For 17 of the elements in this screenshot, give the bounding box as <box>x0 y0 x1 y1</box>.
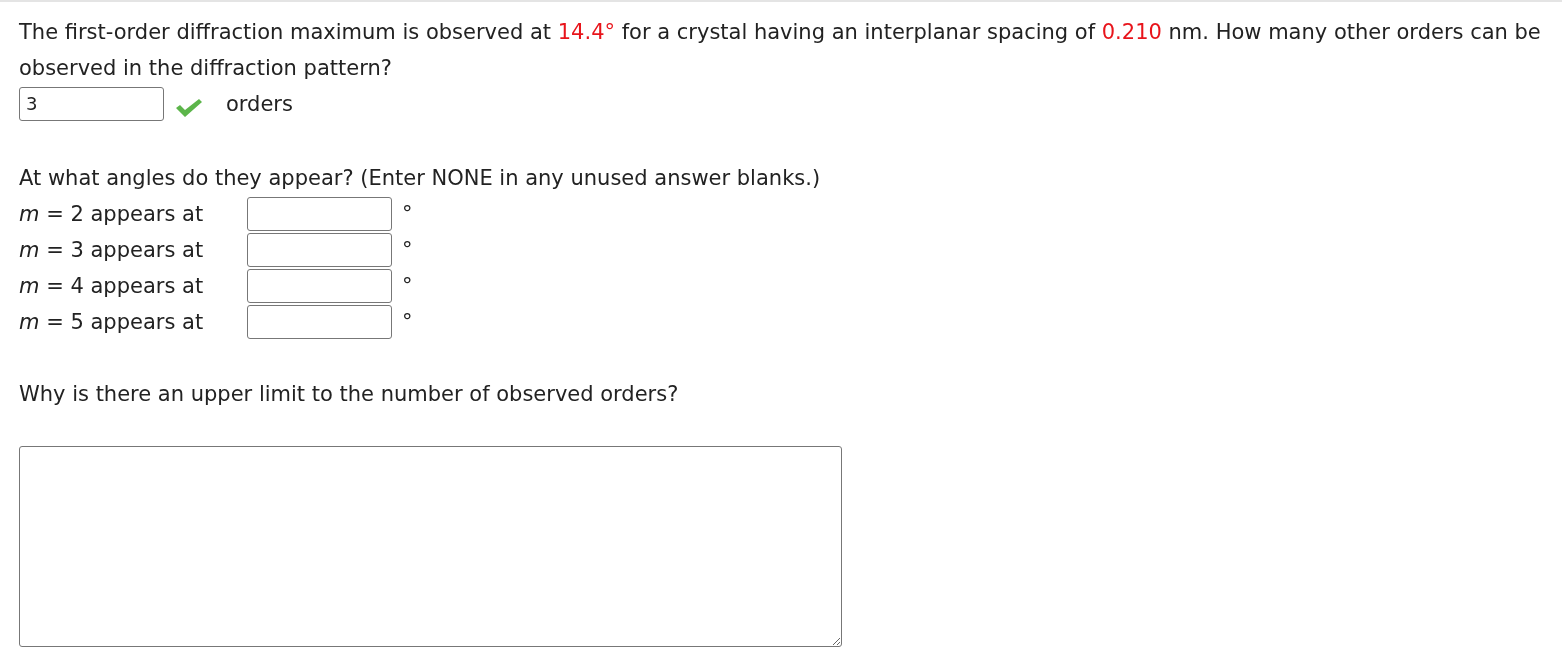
angle-field[interactable] <box>247 197 392 231</box>
degree-unit: ° <box>402 237 413 264</box>
angle-field[interactable] <box>247 233 392 267</box>
row-label: m = 2 appears at <box>19 201 205 228</box>
angle-field[interactable] <box>247 269 392 303</box>
row-label: m = 5 appears at <box>19 309 205 336</box>
degree-unit: ° <box>402 273 413 300</box>
degree-unit: ° <box>402 309 413 336</box>
degree-unit: ° <box>402 201 413 228</box>
row-label: m = 3 appears at <box>19 237 205 264</box>
angle-field[interactable] <box>247 305 392 339</box>
answer-field[interactable]: 3 <box>19 87 164 121</box>
prompt-text: At what angles do they appear? (Enter NONE in any unused answer blanks.) <box>19 165 822 192</box>
unit-label: orders <box>226 91 293 118</box>
prompt-text: Why is there an upper limit to the number of observed orders? <box>19 381 680 408</box>
question-text: The first-order diffraction maximum is observed at 14.4° for a crystal having an interplanar spacing of 0.210 nm. How many other orders can be observed in the diffraction pattern? <box>19 19 1542 82</box>
row-label: m = 4 appears at <box>19 273 205 300</box>
